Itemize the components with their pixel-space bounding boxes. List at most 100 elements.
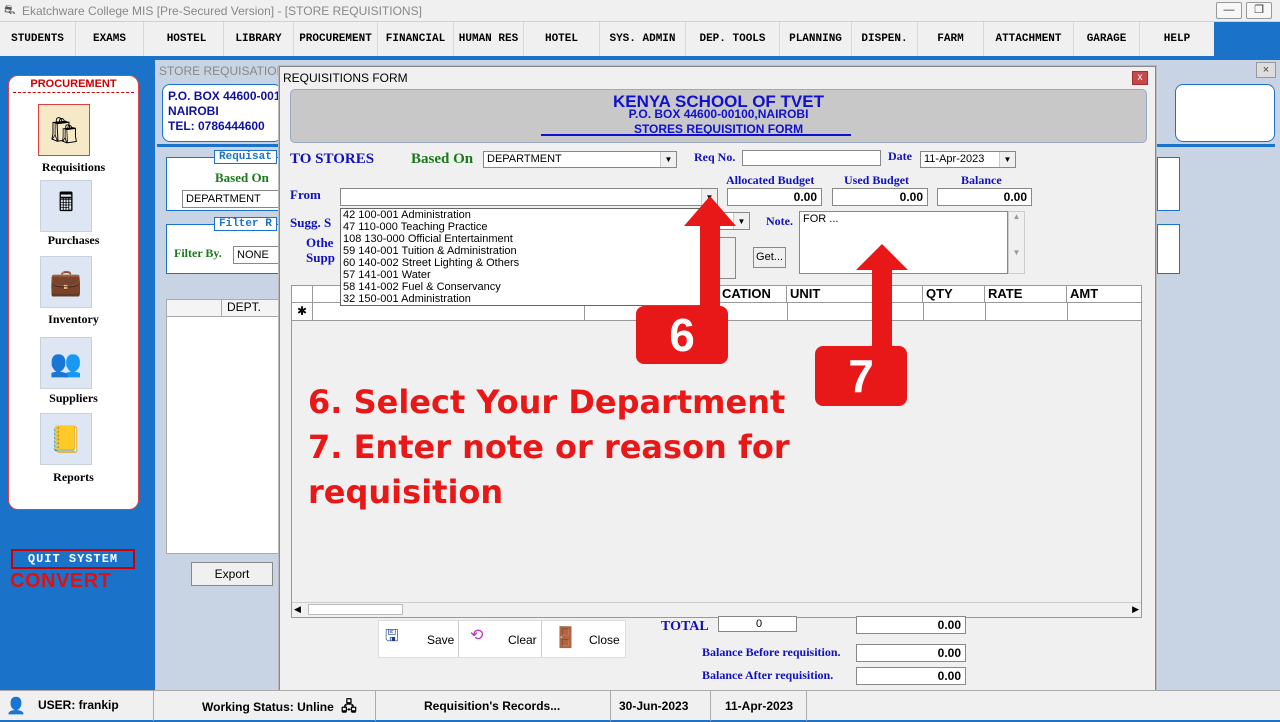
save-button[interactable]: 🖫 Save: [379, 621, 459, 657]
cash-register-icon[interactable]: 🖩: [40, 180, 92, 232]
network-icon: 🖧: [341, 698, 357, 714]
menu-dispen[interactable]: DISPEN.: [852, 22, 918, 56]
bg-filter-right: [1157, 224, 1180, 274]
school-address: P.O. BOX 44600-00100,NAIROBI: [628, 107, 809, 121]
balance-after-label: Balance After requisition.: [702, 668, 834, 682]
quit-system-button[interactable]: QUIT SYSTEM: [11, 549, 135, 569]
dropdown-option[interactable]: 108 130-000 Official Entertainment: [343, 233, 513, 245]
menu-financial[interactable]: FINANCIAL: [378, 22, 454, 56]
grid-cell-divider: [787, 303, 788, 320]
app-logo-icon: ⛐: [4, 2, 16, 17]
total-qty: 0: [718, 616, 797, 632]
bg-based-on-select[interactable]: DEPARTMENT: [182, 190, 280, 208]
scroll-right-icon[interactable]: ▶: [1132, 604, 1139, 615]
bg-address-line2: NAIROBI: [168, 104, 219, 118]
req-no-input[interactable]: [742, 150, 881, 166]
dropdown-option[interactable]: 60 140-002 Street Lighting & Others: [343, 257, 519, 269]
grid-col-rate[interactable]: RATE: [985, 286, 1067, 303]
menu-help[interactable]: HELP: [1140, 22, 1214, 56]
bg-filter-by-select[interactable]: NONE: [233, 246, 280, 264]
accounts-report-icon[interactable]: 📒: [40, 413, 92, 465]
bg-close-button[interactable]: ×: [1256, 62, 1276, 78]
form-toolbar: 🖫 Save ⟲ Clear 🚪 Close: [378, 620, 626, 658]
clear-button[interactable]: ⟲ Clear: [460, 621, 542, 657]
req-no-label: Req No.: [694, 150, 736, 164]
status-date-1: 30-Jun-2023: [611, 691, 711, 721]
to-stores-label: TO STORES: [290, 151, 375, 167]
chevron-down-icon[interactable]: ▼: [660, 152, 676, 167]
shopping-bag-icon[interactable]: 🛍: [38, 104, 90, 156]
get-button[interactable]: Get...: [753, 247, 786, 268]
bg-address-line3: TEL: 0786444600: [168, 119, 265, 133]
restore-button[interactable]: ❐: [1246, 2, 1272, 19]
bg-address-box: P.O. BOX 44600-001 NAIROBI TEL: 07864446…: [162, 84, 282, 142]
floppy-disk-icon: 🖫: [385, 628, 399, 645]
grid-col-qty[interactable]: QTY: [923, 286, 985, 303]
sidebar-item-purchases[interactable]: Purchases: [9, 233, 138, 248]
dropdown-option[interactable]: 47 110-000 Teaching Practice: [343, 221, 488, 233]
menu-procurement[interactable]: PROCUREMENT: [294, 22, 378, 56]
bg-records-grid[interactable]: DEPT.: [166, 299, 282, 554]
briefcase-icon[interactable]: 💼: [40, 256, 92, 308]
people-icon[interactable]: 👥: [40, 337, 92, 389]
dropdown-option[interactable]: 32 150-001 Administration: [343, 293, 471, 305]
bg-divider: [157, 144, 280, 147]
export-button[interactable]: Export: [191, 562, 273, 586]
menu-human-res[interactable]: HUMAN RES: [454, 22, 524, 56]
based-on-select[interactable]: DEPARTMENT ▼: [483, 151, 677, 168]
department-dropdown-list[interactable]: 42 100-001 Administration 47 110-000 Tea…: [340, 208, 718, 306]
convert-button[interactable]: CONVERT: [10, 570, 140, 593]
dropdown-option[interactable]: 57 141-001 Water: [343, 269, 431, 281]
sidebar-item-requisitions[interactable]: Requisitions: [9, 160, 138, 175]
minimize-button[interactable]: —: [1216, 2, 1242, 19]
save-label: Save: [427, 633, 455, 647]
date-label: Date: [888, 149, 912, 163]
other-label: Othe: [306, 235, 334, 250]
from-department-select[interactable]: ▼: [340, 188, 718, 206]
grid-cell-divider: [923, 303, 924, 320]
dropdown-option[interactable]: 59 140-001 Tuition & Administration: [343, 245, 517, 257]
refresh-icon: ⟲: [470, 627, 484, 644]
note-label: Note.: [766, 214, 793, 228]
close-button[interactable]: 🚪 Close: [543, 621, 625, 657]
grid-col-amt[interactable]: AMT: [1067, 286, 1141, 303]
dropdown-option[interactable]: 58 141-002 Fuel & Conservancy: [343, 281, 501, 293]
callout-6: 6: [636, 306, 728, 364]
user-icon: 👤: [6, 698, 26, 715]
sidebar-item-suppliers[interactable]: Suppliers: [9, 391, 138, 406]
bg-grid-dept-header[interactable]: DEPT.: [222, 300, 282, 317]
menu-attachment[interactable]: ATTACHMENT: [984, 22, 1074, 56]
window-title: Ekatchware College MIS [Pre-Secured Vers…: [22, 4, 422, 18]
callout-7: 7: [815, 346, 907, 406]
menu-farm[interactable]: FARM: [918, 22, 984, 56]
menu-hotel[interactable]: HOTEL: [524, 22, 600, 56]
dropdown-option[interactable]: 42 100-001 Administration: [343, 209, 471, 221]
scroll-left-icon[interactable]: ◀: [294, 604, 301, 615]
menu-dep-tools[interactable]: DEP. TOOLS: [686, 22, 780, 56]
instruction-line-2: 7. Enter note or reason for: [308, 428, 790, 466]
grid-horizontal-scrollbar[interactable]: ◀ ▶: [292, 602, 1141, 617]
sidebar-item-reports[interactable]: Reports: [9, 470, 138, 485]
date-picker[interactable]: 11-Apr-2023 ▼: [920, 151, 1016, 168]
app-title-bar: ⛐ Ekatchware College MIS [Pre-Secured Ve…: [0, 0, 1280, 22]
scroll-thumb[interactable]: [308, 604, 403, 615]
menu-library[interactable]: LIBRARY: [224, 22, 294, 56]
menu-students[interactable]: STUDENTS: [0, 22, 76, 56]
supplier-label: Supp: [306, 250, 335, 265]
sidebar-heading: PROCUREMENT: [30, 78, 117, 90]
chevron-down-icon[interactable]: ▼: [999, 152, 1015, 167]
menu-planning[interactable]: PLANNING: [780, 22, 852, 56]
menu-exams[interactable]: EXAMS: [76, 22, 144, 56]
bg-filter-by-label: Filter By.: [174, 246, 222, 260]
balance-label: Balance: [961, 173, 1002, 187]
sidebar-item-inventory[interactable]: Inventory: [9, 312, 138, 327]
menu-sys-admin[interactable]: SYS. ADMIN: [600, 22, 686, 56]
bg-divider-right: [1157, 144, 1275, 147]
allocated-budget-value: 0.00: [727, 188, 822, 206]
form-close-button[interactable]: x: [1132, 71, 1148, 85]
note-scrollbar[interactable]: ▲ ▼: [1008, 211, 1025, 274]
menu-hostel[interactable]: HOSTEL: [150, 22, 224, 56]
requisitions-form: REQUISITIONS FORM x KENYA SCHOOL OF TVET…: [279, 66, 1156, 693]
menu-garage[interactable]: GARAGE: [1074, 22, 1140, 56]
based-on-label: Based On: [411, 151, 474, 167]
